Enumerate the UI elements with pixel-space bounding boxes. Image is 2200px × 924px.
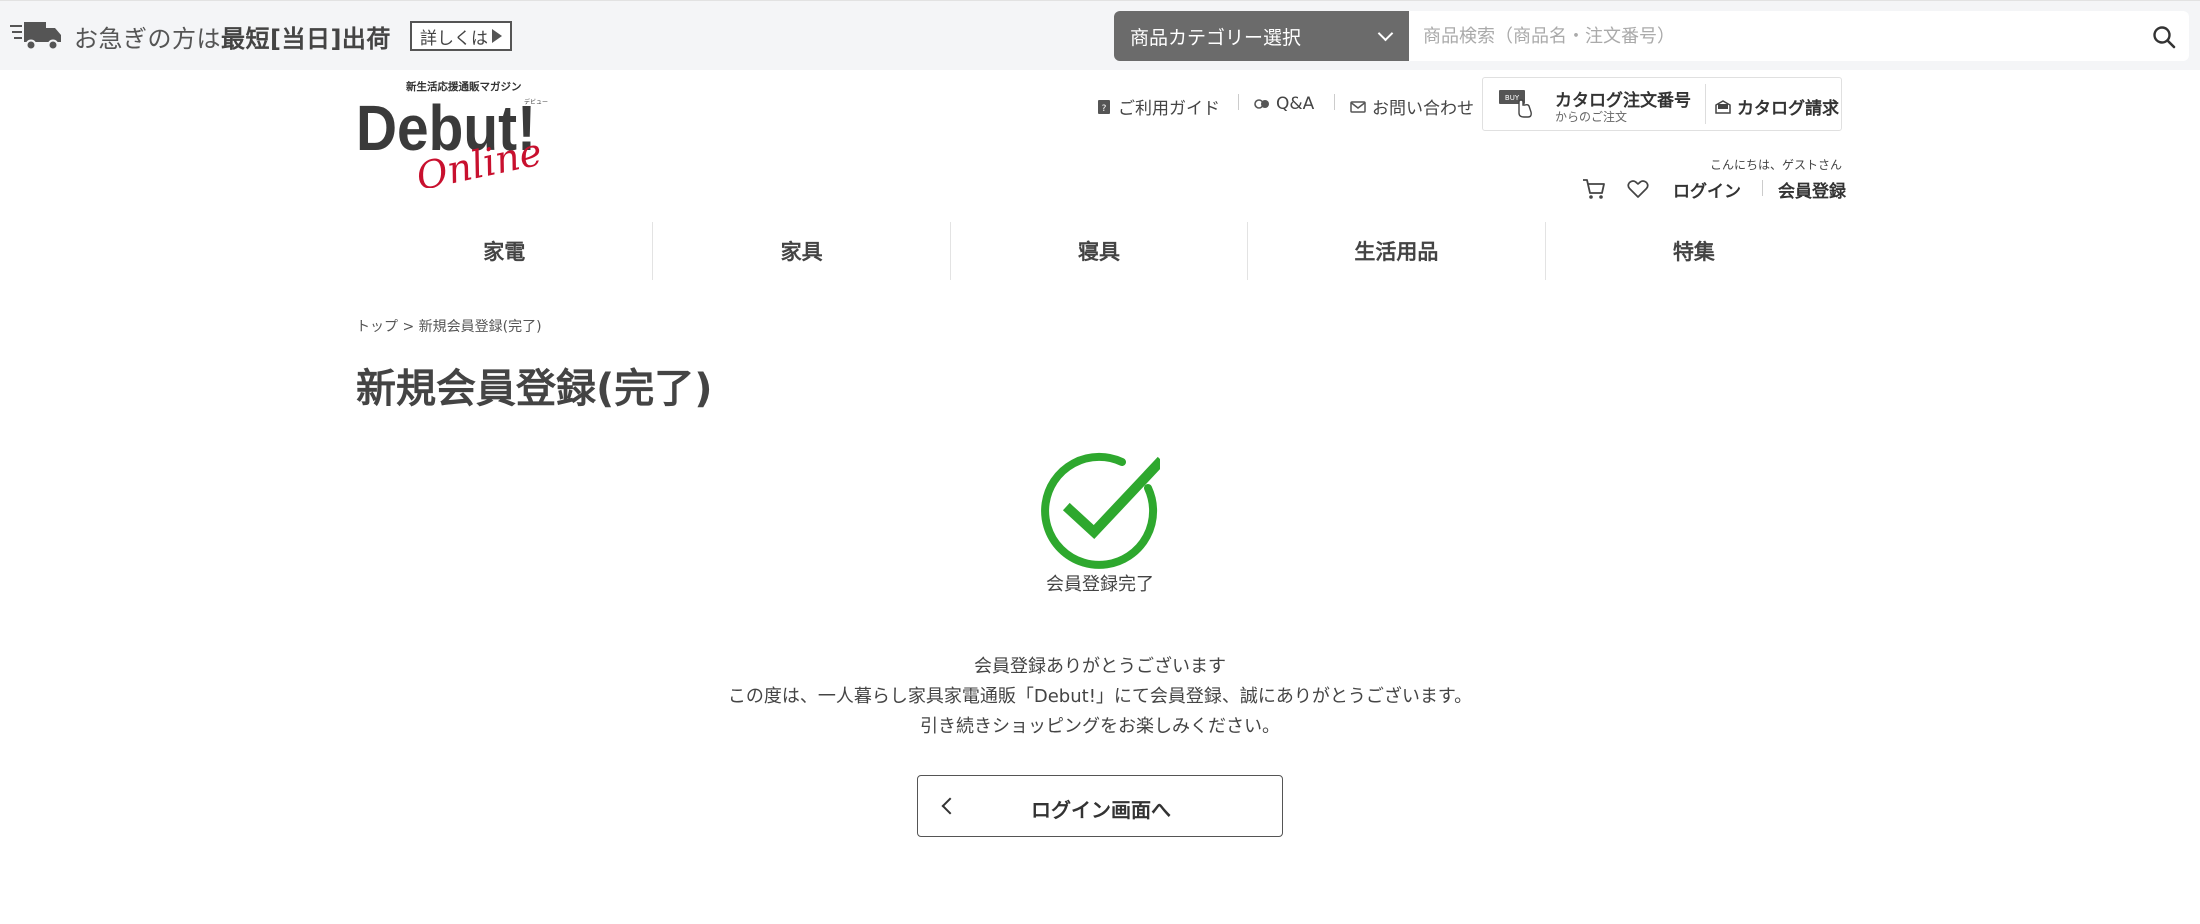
search-input[interactable] [1409, 11, 2189, 61]
catalog-request-label: カタログ請求 [1737, 99, 1839, 119]
catalog-box: BUY カタログ注文番号 からのご注文 カタログ請求 [1482, 77, 1842, 131]
contact-link[interactable]: お問い合わせ [1350, 94, 1474, 119]
cart-icon[interactable] [1582, 178, 1606, 200]
nav-item-bedding[interactable]: 寝具 [949, 222, 1247, 280]
nav-item-furniture[interactable]: 家具 [652, 222, 949, 280]
category-select-label: 商品カテゴリー選択 [1130, 26, 1302, 49]
svg-text:?: ? [1102, 104, 1107, 114]
catalog-request-link[interactable]: カタログ請求 [1715, 94, 1839, 119]
util-separator-1 [1238, 94, 1239, 110]
catalog-divider [1705, 84, 1706, 124]
guide-label: ご利用ガイド [1118, 99, 1220, 119]
site-logo[interactable]: 新生活応援通販マガジン デビュー Debut! Online [356, 78, 566, 188]
catalog-order-link[interactable]: BUY カタログ注文番号 からのご注文 [1483, 78, 1705, 130]
envelope-icon [1350, 100, 1366, 113]
login-link[interactable]: ログイン [1673, 177, 1741, 202]
chevron-down-icon [1377, 25, 1394, 42]
breadcrumb: トップ > 新規会員登録(完了) [356, 319, 542, 335]
shipping-promo: お急ぎの方は最短[当日]出荷 [74, 19, 391, 54]
promo-details-label: 詳しくは [420, 28, 488, 49]
contact-label: お問い合わせ [1372, 99, 1474, 119]
go-to-login-button[interactable]: ログイン画面へ [917, 775, 1283, 837]
guide-link[interactable]: ? ご利用ガイド [1096, 94, 1220, 119]
buy-badge-text: BUY [1505, 94, 1520, 102]
search-icon[interactable] [2152, 25, 2176, 49]
message-line-3: 引き続きショッピングをお楽しみください。 [920, 716, 1280, 737]
category-nav: 家電 家具 寝具 生活用品 特集 [356, 222, 1842, 280]
greeting-text: こんにちは、ゲストさん [1709, 158, 1842, 172]
check-circle-icon [1041, 452, 1160, 569]
qa-link[interactable]: Q&A [1254, 94, 1314, 114]
heart-icon[interactable] [1627, 179, 1649, 199]
chat-bubbles-icon [1254, 99, 1269, 109]
nav-item-daily-goods[interactable]: 生活用品 [1247, 222, 1544, 280]
util-separator-2 [1334, 94, 1335, 110]
go-to-login-label: ログイン画面へ [1031, 798, 1171, 822]
play-triangle-icon [492, 29, 502, 43]
catalog-box-icon [1715, 99, 1731, 114]
nav-item-features[interactable]: 特集 [1544, 222, 1842, 280]
nav-item-appliances[interactable]: 家電 [356, 222, 652, 280]
message-line-1: 会員登録ありがとうございます [974, 656, 1226, 677]
promo-text: お急ぎの方は [74, 25, 221, 53]
guide-book-icon: ? [1098, 99, 1110, 114]
thank-you-message: 会員登録ありがとうございます この度は、一人暮らし家具家電通販「Debut!」に… [600, 652, 1600, 742]
qa-label: Q&A [1276, 94, 1315, 114]
promo-bold-text: 最短[当日]出荷 [221, 25, 391, 53]
account-separator [1762, 180, 1763, 196]
buy-card-icon: BUY [1499, 90, 1532, 118]
register-link[interactable]: 会員登録 [1778, 177, 1846, 202]
top-bar: お急ぎの方は最短[当日]出荷 詳しくは 商品カテゴリー選択 [0, 0, 2200, 70]
message-line-2: この度は、一人暮らし家具家電通販「Debut!」にて会員登録、誠にありがとうござ… [727, 686, 1473, 707]
catalog-order-subtitle: からのご注文 [1555, 110, 1628, 124]
complete-label: 会員登録完了 [1046, 574, 1154, 595]
page-title: 新規会員登録(完了) [356, 366, 713, 412]
category-select[interactable]: 商品カテゴリー選択 [1114, 11, 1409, 61]
delivery-truck-icon [10, 22, 61, 51]
promo-details-button[interactable]: 詳しくは [410, 21, 512, 51]
